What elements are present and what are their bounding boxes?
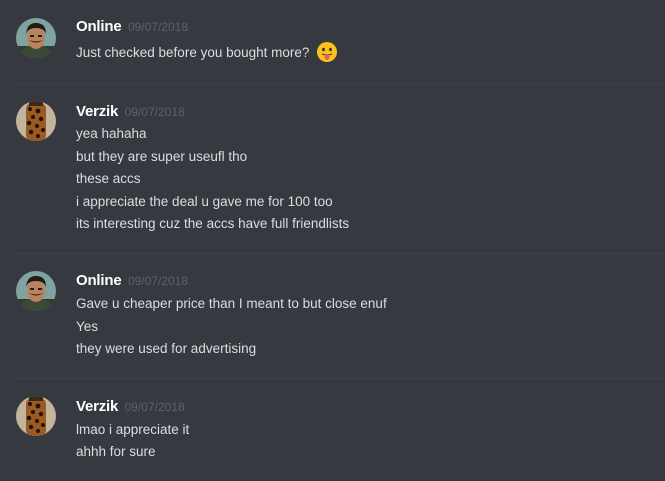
message-header: Online 09/07/2018 bbox=[76, 17, 188, 37]
avatar[interactable] bbox=[16, 101, 56, 141]
username[interactable]: Online bbox=[76, 18, 122, 35]
message-text: Just checked before you bought more? bbox=[76, 45, 310, 60]
message-line: these accs bbox=[76, 171, 141, 186]
message-line: its interesting cuz the accs have full f… bbox=[76, 216, 350, 231]
message-divider bbox=[15, 253, 665, 254]
avatar[interactable] bbox=[16, 271, 56, 311]
message-header: Verzik 09/07/2018 bbox=[76, 397, 185, 417]
avatar[interactable] bbox=[16, 396, 56, 436]
message-line: Yes bbox=[76, 319, 99, 334]
message-line: Gave u cheaper price than I meant to but… bbox=[76, 296, 387, 311]
chat-message-list: Online 09/07/2018 Just checked before yo… bbox=[0, 0, 665, 481]
tongue-out-emoji-icon bbox=[316, 41, 338, 69]
timestamp: 09/07/2018 bbox=[124, 105, 185, 119]
leopard-pattern-icon bbox=[16, 396, 56, 436]
message-header: Verzik 09/07/2018 bbox=[76, 102, 185, 122]
message-line: they were used for advertising bbox=[76, 341, 257, 356]
timestamp: 09/07/2018 bbox=[127, 274, 188, 288]
message-header: Online 09/07/2018 bbox=[76, 271, 188, 291]
man-with-mustache-icon bbox=[16, 271, 56, 311]
leopard-pattern-icon bbox=[16, 101, 56, 141]
message-line: i appreciate the deal u gave me for 100 … bbox=[76, 194, 333, 209]
message-line: lmao i appreciate it bbox=[76, 422, 190, 437]
message-line: ahhh for sure bbox=[76, 444, 156, 459]
timestamp: 09/07/2018 bbox=[127, 20, 188, 34]
message-line: Just checked before you bought more? bbox=[76, 41, 338, 69]
message-divider bbox=[15, 83, 665, 84]
message-line: yea hahaha bbox=[76, 126, 147, 141]
man-with-mustache-icon bbox=[16, 18, 56, 58]
username[interactable]: Online bbox=[76, 272, 122, 289]
message-divider bbox=[15, 378, 665, 379]
timestamp: 09/07/2018 bbox=[124, 400, 185, 414]
avatar[interactable] bbox=[16, 18, 56, 58]
message-line: but they are super useufl tho bbox=[76, 149, 248, 164]
username[interactable]: Verzik bbox=[76, 103, 118, 120]
username[interactable]: Verzik bbox=[76, 398, 118, 415]
